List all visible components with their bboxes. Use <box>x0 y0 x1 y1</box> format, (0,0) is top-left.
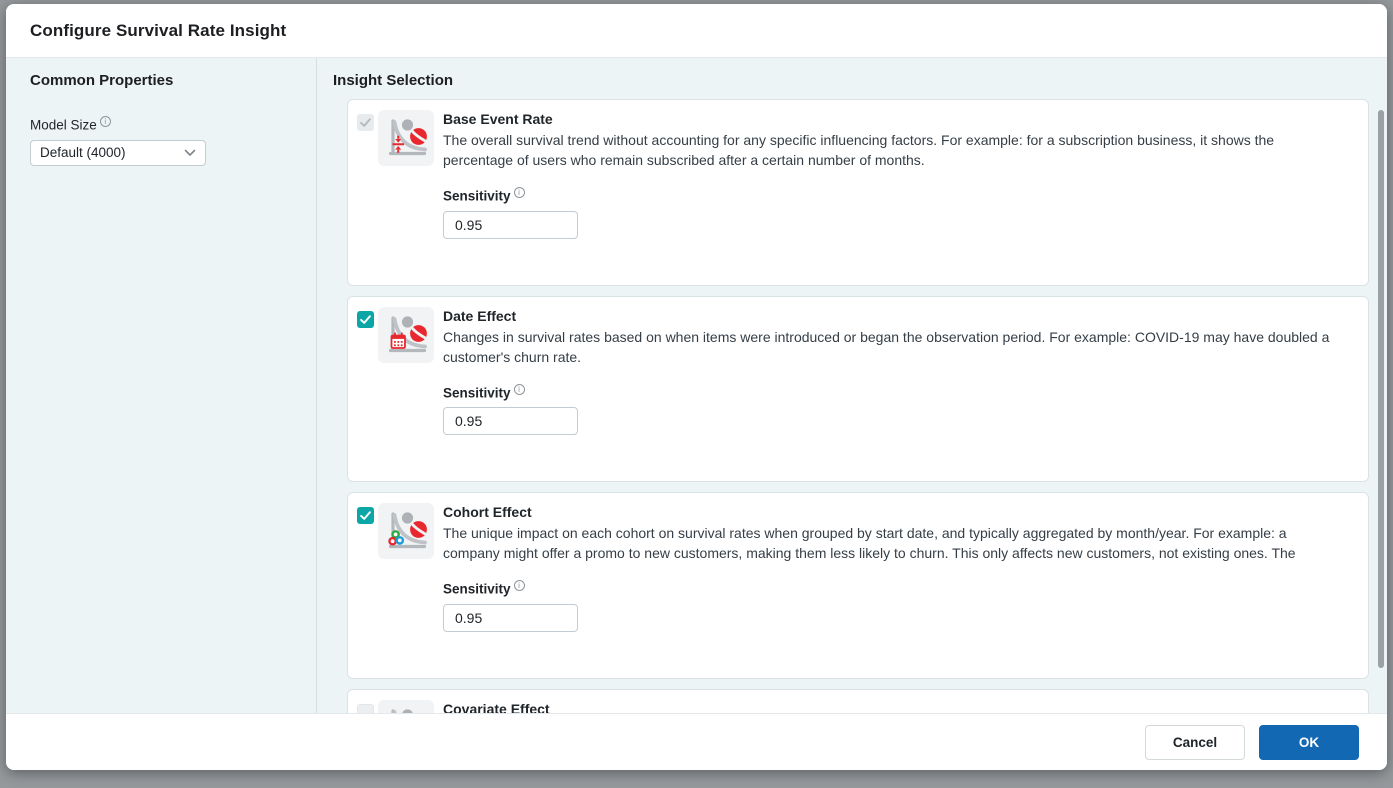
check-icon <box>360 314 371 324</box>
insight-card-base-event-rate: Base Event Rate The overall survival tre… <box>347 99 1369 286</box>
dialog-body: Common Properties Model Size i Default (4… <box>6 58 1387 713</box>
dialog-footer: Cancel OK <box>6 713 1387 770</box>
insight-checkbox[interactable] <box>357 703 374 713</box>
configure-insight-dialog: Configure Survival Rate Insight Common P… <box>6 4 1387 770</box>
common-properties-heading: Common Properties <box>30 72 174 89</box>
insight-description: The unique impact on each cohort on surv… <box>443 525 1296 561</box>
insight-checkbox <box>357 114 374 131</box>
insight-checkbox[interactable] <box>357 507 374 524</box>
info-icon: i <box>513 187 525 198</box>
model-size-select[interactable]: Default (4000) <box>30 139 206 166</box>
sensitivity-input[interactable] <box>443 210 578 239</box>
date-effect-icon <box>378 306 434 363</box>
scrollbar-thumb[interactable] <box>1378 110 1384 668</box>
sensitivity-label: Sensitivity i <box>443 580 1338 597</box>
chevron-down-icon <box>184 149 196 157</box>
check-icon <box>360 511 371 520</box>
insight-title: Base Event Rate <box>443 111 553 127</box>
sensitivity-label: Sensitivity i <box>443 187 1338 204</box>
insight-title: Cohort Effect <box>443 504 532 520</box>
model-size-label-text: Model Size <box>30 117 97 133</box>
base-event-rate-icon <box>378 110 434 166</box>
model-size-selected-value: Default (4000) <box>40 145 126 160</box>
ok-button[interactable]: OK <box>1259 724 1359 760</box>
insight-card-date-effect: Date Effect Changes in survival rates ba… <box>347 295 1369 482</box>
cohort-effect-icon <box>378 503 434 559</box>
info-icon: i <box>99 116 111 127</box>
insight-card-cohort-effect: Cohort Effect The unique impact on each … <box>347 492 1369 679</box>
covariate-effect-icon <box>378 699 434 713</box>
insight-selection-heading: Insight Selection <box>333 72 454 89</box>
insight-description: The overall survival trend without accou… <box>443 132 1275 168</box>
cancel-button[interactable]: Cancel <box>1145 724 1245 760</box>
dialog-title: Configure Survival Rate Insight <box>30 20 287 40</box>
sensitivity-input[interactable] <box>443 407 578 435</box>
info-icon: i <box>513 383 525 395</box>
insight-card-covariate-effect: Covariate Effect The influence of specif… <box>347 688 1369 714</box>
insight-title: Covariate Effect <box>443 700 550 714</box>
insight-card-list: Base Event Rate The overall survival tre… <box>347 99 1369 713</box>
insight-checkbox[interactable] <box>357 310 374 328</box>
sensitivity-label: Sensitivity i <box>443 383 1338 400</box>
insight-description: Changes in survival rates based on when … <box>443 328 1330 365</box>
insight-title: Date Effect <box>443 307 517 324</box>
dialog-header: Configure Survival Rate Insight <box>6 4 1387 58</box>
page-background: Configure Survival Rate Insight Common P… <box>0 0 1393 788</box>
info-icon: i <box>513 580 525 591</box>
common-properties-panel: Common Properties Model Size i Default (4… <box>6 58 317 713</box>
model-size-label: Model Size i <box>30 116 292 133</box>
check-icon <box>360 118 371 127</box>
sensitivity-input[interactable] <box>443 603 578 632</box>
insight-selection-panel: Insight Selection Base Event Rate The ov… <box>317 58 1387 713</box>
